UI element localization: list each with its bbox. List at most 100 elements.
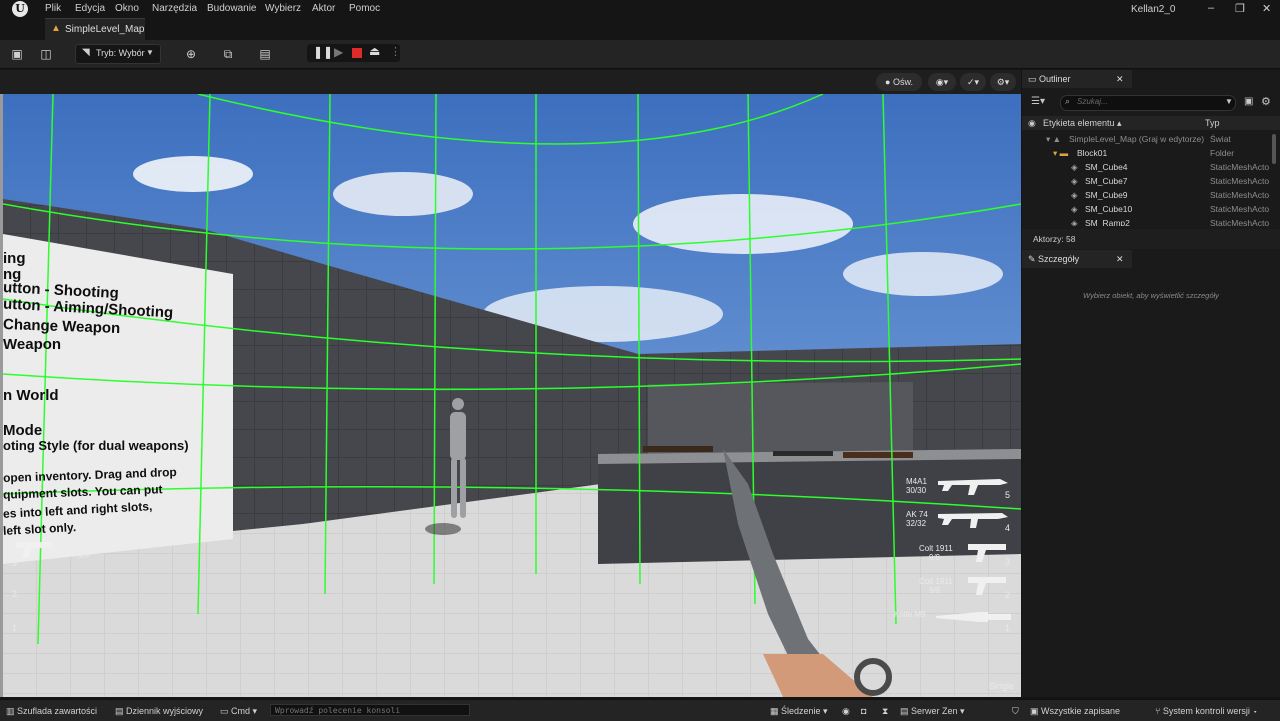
add-content-icon[interactable]: ⊕ — [182, 45, 200, 63]
restore-icon[interactable]: ❐ — [1235, 2, 1245, 15]
weapon-ammo: 32/32 — [906, 519, 927, 528]
branch-icon: ⑂ — [1155, 706, 1163, 716]
search-placeholder: Szukaj... — [1077, 97, 1108, 106]
details-empty-hint: Wybierz obiekt, aby wyświetlić szczegóły — [1083, 291, 1219, 300]
board-line: ing — [3, 250, 26, 267]
cloud — [133, 156, 253, 192]
eject-icon[interactable]: ⏏ — [369, 44, 380, 58]
zen-server-button[interactable]: ▤ Serwer Zen ▾ — [900, 706, 965, 717]
lighting-icon: ● — [885, 77, 893, 87]
level-viewport[interactable]: ● Ośw. ◉▾ ✓▾ ⚙▾ ing ng utton - Shooting … — [0, 70, 1021, 697]
cmd-dropdown[interactable]: ▭ Cmd ▾ — [220, 706, 257, 717]
weapon-slot: 5 — [1005, 490, 1011, 500]
weapon-ammo: 9/9 — [929, 586, 941, 595]
outliner-search-input[interactable]: ⌕ Szukaj... ▼ — [1060, 95, 1236, 111]
unreal-logo-icon[interactable]: U — [12, 1, 28, 17]
static-mesh-icon: ◈ — [1071, 190, 1078, 200]
record-icon[interactable]: ◉ — [842, 706, 850, 717]
filter-icon[interactable]: ☰▾ — [1031, 96, 1045, 107]
tree-row[interactable]: ◈ SM_Cube4 StaticMeshActo — [1022, 161, 1280, 175]
eye-icon: ◉▾ — [935, 77, 949, 87]
column-type[interactable]: Typ — [1205, 118, 1220, 128]
server-icon: ▤ — [900, 706, 912, 716]
tree-row[interactable]: ◈ SM_Cube9 StaticMeshActo — [1022, 189, 1280, 203]
menu-select[interactable]: Wybierz — [265, 3, 301, 14]
tree-row-type: StaticMeshActo — [1210, 162, 1270, 172]
stop-icon[interactable] — [352, 48, 362, 58]
tree-row-type: Folder — [1210, 148, 1235, 158]
close-tab-icon[interactable]: ✕ — [1116, 70, 1124, 88]
mode-dropdown[interactable]: ◥ Tryb: Wybór ▼ — [75, 44, 161, 64]
tree-row-label: SM_Cube10 — [1085, 204, 1133, 214]
tree-row-world[interactable]: ▾ ▲ SimpleLevel_Map (Graj w edytorze) Św… — [1022, 133, 1280, 147]
trace-dropdown[interactable]: ▦ Śledzenie ▾ — [770, 706, 828, 717]
tree-row-type: StaticMeshActo — [1210, 190, 1270, 200]
tree-row-type: StaticMeshActo — [1210, 218, 1270, 226]
console-input[interactable] — [270, 704, 470, 716]
menu-edit[interactable]: Edycja — [75, 3, 105, 14]
tree-row-label: SM_Cube9 — [1085, 190, 1128, 200]
menu-window[interactable]: Okno — [115, 3, 139, 14]
tree-row[interactable]: ◈ SM_Cube7 StaticMeshActo — [1022, 175, 1280, 189]
tree-row-type: Świat — [1210, 134, 1231, 144]
level-tab[interactable]: ▲ SimpleLevel_Map — [45, 18, 145, 41]
viewport-settings-button[interactable]: ⚙▾ — [990, 73, 1016, 91]
source-control-button[interactable]: ⑂ System kontroli wersji ▾ — [1155, 706, 1258, 716]
gear-icon[interactable]: ⚙ — [1261, 95, 1271, 108]
lighting-mode-button[interactable]: ● Ośw. — [876, 73, 922, 91]
folder-icon: ▾ ▬ — [1053, 148, 1069, 158]
menu-file[interactable]: Plik — [45, 3, 61, 14]
visibility-eye-icon[interactable]: ◉ — [1028, 118, 1036, 129]
mode-dropdown-label: Tryb: Wybór — [96, 48, 145, 58]
weapon-name: Knife M9 — [894, 610, 926, 619]
cinematics-icon[interactable]: ▤ — [256, 45, 274, 63]
menu-actor[interactable]: Aktor — [312, 3, 335, 14]
close-tab-icon[interactable]: ✕ — [1116, 250, 1124, 268]
tree-row-label: Block01 — [1077, 148, 1108, 158]
left-weapon-ammo: 9/9 — [78, 551, 90, 560]
outliner-tab[interactable]: ▭ Outliner ✕ — [1022, 70, 1132, 88]
status-bar: ▥ Szuflada zawartości ▤ Dziennik wyjścio… — [0, 699, 1280, 721]
pause-icon[interactable]: ❚❚ — [313, 45, 333, 59]
lighting-mode-label: Ośw. — [892, 77, 913, 87]
show-flags-button[interactable]: ◉▾ — [928, 73, 956, 91]
hourglass-icon[interactable]: ⧗ — [882, 706, 888, 717]
tree-row[interactable]: ◈ SM_Ramp2 StaticMeshActo — [1022, 217, 1280, 226]
step-icon[interactable]: ▶ — [334, 45, 343, 59]
outliner-scrollbar[interactable] — [1272, 134, 1276, 164]
cloud — [843, 252, 1003, 296]
menu-build[interactable]: Budowanie — [207, 3, 256, 14]
output-log-button[interactable]: ▤ Dziennik wyjściowy — [115, 706, 203, 717]
viewport-toolbar: ● Ośw. ◉▾ ✓▾ ⚙▾ — [0, 70, 1021, 94]
tree-row[interactable]: ◈ SM_Cube10 StaticMeshActo — [1022, 203, 1280, 217]
browse-icon[interactable]: ◫ — [37, 45, 55, 63]
static-mesh-icon: ◈ — [1071, 218, 1078, 226]
gear-icon: ⚙▾ — [996, 77, 1010, 87]
camera-icon[interactable]: ◘ — [861, 706, 866, 716]
board-line: Mode — [3, 422, 43, 439]
details-tab[interactable]: ✎ Szczegóły ✕ — [1022, 250, 1132, 268]
menu-help[interactable]: Pomoc — [349, 3, 380, 14]
transform-tools-button[interactable]: ✓▾ — [960, 73, 986, 91]
content-drawer-button[interactable]: ▥ Szuflada zawartości — [6, 706, 97, 717]
minimize-icon[interactable]: – — [1208, 2, 1214, 14]
save-all-button[interactable]: ▣ Wszystkie zapisane — [1030, 706, 1120, 717]
blueprint-icon[interactable]: ⧉ — [219, 45, 237, 63]
save-icon[interactable]: ▣ — [8, 45, 26, 63]
cmd-label: Cmd — [231, 706, 251, 716]
tree-row-type: StaticMeshActo — [1210, 204, 1270, 214]
weapon-name: M4A1 — [906, 477, 927, 486]
menu-tools[interactable]: Narzędzia — [152, 3, 197, 14]
pistol-icon — [968, 544, 1006, 562]
level-tab-label: SimpleLevel_Map — [65, 24, 145, 35]
add-folder-icon[interactable]: ▣ — [1244, 96, 1253, 107]
slot-number: 2 — [12, 589, 18, 599]
column-item-label[interactable]: Etykieta elementu ▴ — [1043, 118, 1122, 129]
tree-row-label: SM_Cube4 — [1085, 162, 1128, 172]
shield-icon[interactable]: ⛉ — [1012, 706, 1019, 717]
drawer-icon: ▥ — [6, 706, 18, 716]
more-options-icon[interactable]: ⋮ — [390, 45, 401, 58]
content-drawer-label: Szuflada zawartości — [17, 706, 98, 716]
close-window-icon[interactable]: ✕ — [1262, 2, 1271, 15]
tree-row-folder[interactable]: ▾ ▬ Block01 Folder — [1022, 147, 1280, 161]
